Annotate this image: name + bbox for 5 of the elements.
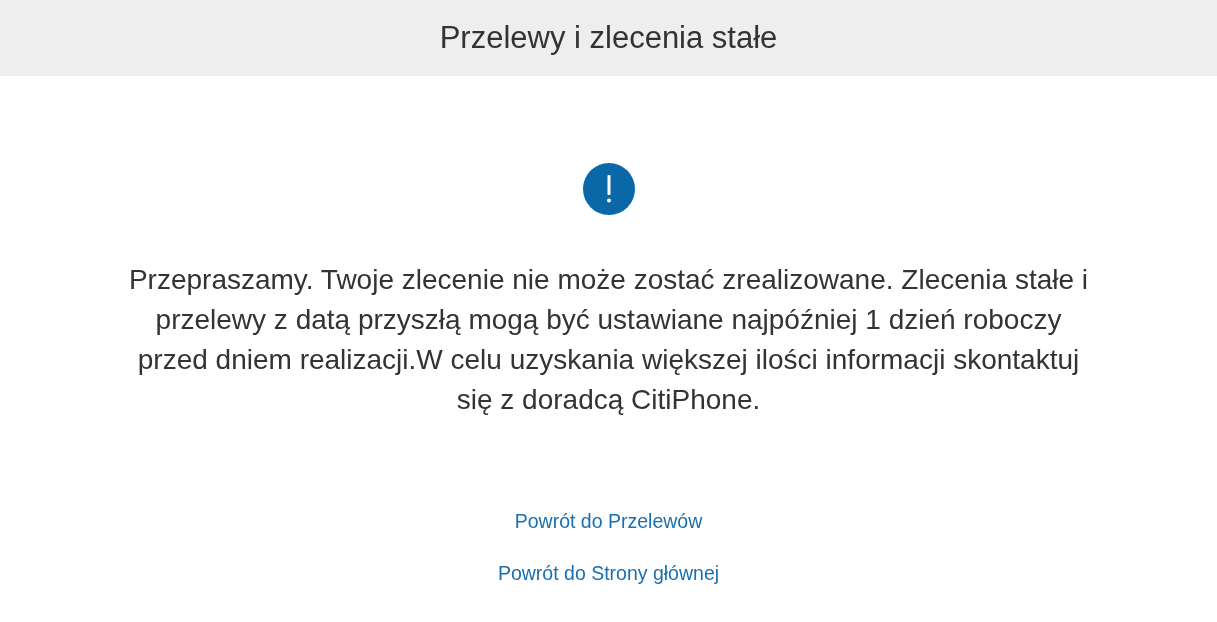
page-title: Przelewy i zlecenia stałe	[439, 19, 778, 57]
back-link[interactable]: Powrót do Przelewów	[514, 508, 703, 534]
back-link[interactable]: Powrót do Strony głównej	[497, 560, 720, 586]
exclamation-icon	[582, 163, 635, 215]
error-message: Przepraszamy. Twoje zlecenie nie może zostać zrealizowane. Zlecenia stałe i przelewy z datą przyszłą mogą być ustawiane najpóźniej 1 dzień roboczy przed dniem realizacji.W celu uzyskania większej ilości informacji skontaktuj się z doradcą CitiPhone.	[127, 263, 1090, 417]
